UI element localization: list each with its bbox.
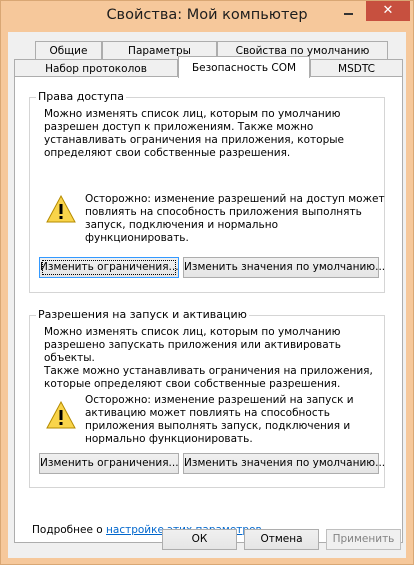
access-edit-defaults-label: Изменить значения по умолчанию... [184,261,386,273]
cancel-button[interactable]: Отмена [244,529,319,550]
launch-edit-limits-label: Изменить ограничения... [40,457,179,469]
close-icon: ✕ [382,3,394,18]
launch-desc-line: которые определяют свои собственные разр… [44,378,341,390]
warning-icon [46,401,76,429]
access-warning-line: запуск, подключения и нормально функцион… [85,219,278,244]
launch-edit-limits-button[interactable]: Изменить ограничения... [39,453,179,474]
minimize-button[interactable] [335,1,361,21]
close-button[interactable]: ✕ [366,1,410,21]
focus-ring [42,260,176,275]
launch-permissions-title: Разрешения на запуск и активацию [36,308,249,321]
properties-window: Свойства: Мой компьютер ✕ Общие Параметр… [0,0,414,565]
tab-msdtc[interactable]: MSDTC [310,59,403,77]
apply-button[interactable]: Применить [326,529,401,550]
access-warning-line: повлиять на способность приложения выпол… [85,206,362,218]
access-permissions-title: Права доступа [36,90,126,103]
info-prefix: Подробнее о [32,524,107,536]
tab-com-security[interactable]: Безопасность COM [178,56,310,78]
access-edit-limits-button[interactable]: Изменить ограничения... [39,257,179,278]
launch-desc-line: Также можно устанавливать ограничения на… [44,365,373,377]
dialog-client: Общие Параметры Свойства по умолчанию На… [8,32,406,558]
access-desc-line: определяют свои собственные разрешения. [44,147,291,159]
tab-general[interactable]: Общие [35,41,102,59]
launch-edit-defaults-button[interactable]: Изменить значения по умолчанию... [183,453,385,474]
launch-description: Можно изменять список лиц, которым по ум… [44,326,380,391]
com-security-panel: Права доступа Можно изменять список лиц,… [14,76,403,543]
ok-label: ОК [191,533,208,545]
launch-warning: Осторожно: изменение разрешений на запус… [85,394,385,446]
launch-warning-line: Осторожно: изменение разрешений на запус… [85,394,354,406]
access-warning: Осторожно: изменение разрешений на досту… [85,193,385,245]
launch-desc-line: разрешено запускать приложения или актив… [44,339,341,364]
launch-warning-line: активацию может повлиять на способность [85,407,330,419]
access-desc-line: разрешен доступ к приложениям. Также мож… [44,121,314,133]
launch-permissions-group: Разрешения на запуск и активацию Можно и… [29,308,385,488]
access-edit-defaults-button[interactable]: Изменить значения по умолчанию... [183,257,385,278]
launch-warning-line: нормально функционировать. [85,433,253,445]
warning-icon [46,195,76,223]
access-description: Можно изменять список лиц, которым по ум… [44,108,380,160]
access-desc-line: Можно изменять список лиц, которым по ум… [44,108,341,120]
access-permissions-group: Права доступа Можно изменять список лиц,… [29,90,385,293]
launch-edit-defaults-label: Изменить значения по умолчанию... [184,457,386,469]
launch-desc-line: Можно изменять список лиц, которым по ум… [44,326,341,338]
launch-warning-line: приложения выполнять запуск, подключения… [85,420,351,432]
apply-label: Применить [332,533,395,545]
ok-button[interactable]: ОК [162,529,237,550]
access-warning-line: Осторожно: изменение разрешений на досту… [85,193,385,205]
access-desc-line: устанавливать ограничения на приложения,… [44,134,345,146]
tab-protocols[interactable]: Набор протоколов [14,59,178,77]
title-bar[interactable]: Свойства: Мой компьютер ✕ [1,1,413,32]
cancel-label: Отмена [260,533,303,545]
